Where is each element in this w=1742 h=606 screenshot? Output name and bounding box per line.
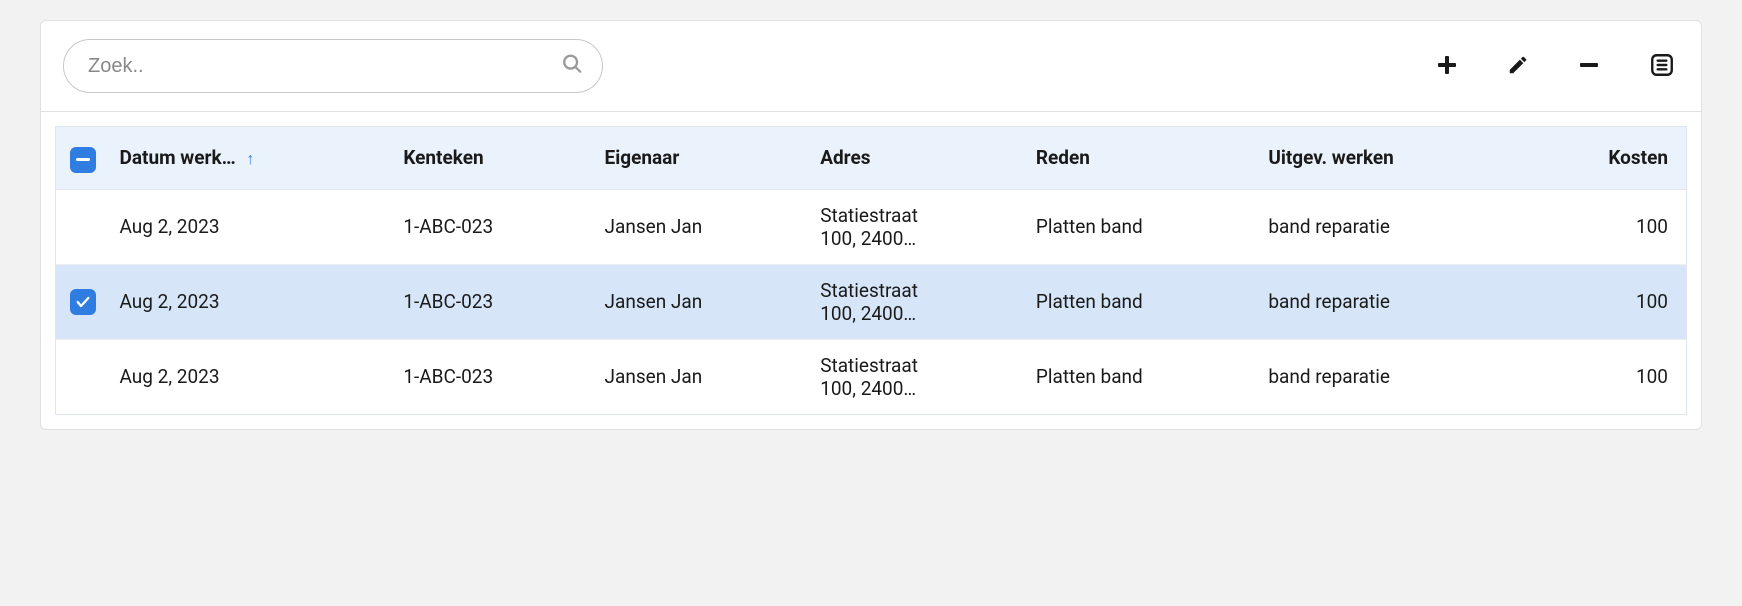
cell-kosten: 100 <box>1525 339 1687 414</box>
table-row[interactable]: Aug 2, 20231-ABC-023Jansen JanStatiestra… <box>56 189 1687 264</box>
cell-datum: Aug 2, 2023 <box>110 339 394 414</box>
adres-line2: 100, 2400… <box>820 377 1016 400</box>
sort-asc-icon: ↑ <box>246 149 254 168</box>
table-header-row: Datum werk… ↑ Kenteken Eigenaar Adres Re… <box>56 127 1687 190</box>
cell-reden: Platten band <box>1026 189 1258 264</box>
cell-werken: band reparatie <box>1258 264 1525 339</box>
cell-adres: Statiestraat100, 2400… <box>810 264 1026 339</box>
row-checkbox-cell <box>56 189 110 264</box>
col-header-kosten[interactable]: Kosten <box>1525 127 1687 190</box>
adres-line2: 100, 2400… <box>820 227 1016 250</box>
cell-kosten: 100 <box>1525 264 1687 339</box>
add-button[interactable] <box>1431 49 1463 84</box>
toolbar <box>41 21 1701 112</box>
col-header-werken[interactable]: Uitgev. werken <box>1258 127 1525 190</box>
cell-datum: Aug 2, 2023 <box>110 189 394 264</box>
col-header-label: Datum werk… <box>120 146 236 169</box>
cell-werken: band reparatie <box>1258 339 1525 414</box>
remove-button[interactable] <box>1573 49 1605 84</box>
col-header-adres[interactable]: Adres <box>810 127 1026 190</box>
row-checkbox[interactable] <box>70 289 96 315</box>
col-header-label: Reden <box>1036 146 1090 169</box>
row-checkbox-cell <box>56 339 110 414</box>
col-header-label: Adres <box>820 146 870 169</box>
pencil-icon <box>1507 54 1529 79</box>
plus-icon <box>1435 53 1459 80</box>
col-header-label: Eigenaar <box>605 146 680 169</box>
edit-button[interactable] <box>1503 50 1533 83</box>
records-card: Datum werk… ↑ Kenteken Eigenaar Adres Re… <box>40 20 1702 430</box>
search-input[interactable] <box>63 39 603 93</box>
cell-kenteken: 1-ABC-023 <box>393 189 594 264</box>
col-header-label: Kenteken <box>403 146 483 169</box>
cell-eigenaar: Jansen Jan <box>595 264 811 339</box>
cell-werken: band reparatie <box>1258 189 1525 264</box>
cell-kenteken: 1-ABC-023 <box>393 339 594 414</box>
cell-adres: Statiestraat100, 2400… <box>810 339 1026 414</box>
records-table: Datum werk… ↑ Kenteken Eigenaar Adres Re… <box>55 126 1687 415</box>
adres-line1: Statiestraat <box>820 279 1016 302</box>
cell-reden: Platten band <box>1026 264 1258 339</box>
list-button[interactable] <box>1645 48 1679 85</box>
cell-eigenaar: Jansen Jan <box>595 189 811 264</box>
search-field-wrap <box>63 39 603 93</box>
toolbar-actions <box>1431 48 1679 85</box>
minus-icon <box>76 158 90 161</box>
search-icon <box>561 53 583 80</box>
col-header-label: Uitgev. werken <box>1268 146 1394 169</box>
row-checkbox-cell <box>56 264 110 339</box>
cell-kosten: 100 <box>1525 189 1687 264</box>
header-checkbox-indeterminate[interactable] <box>70 147 96 173</box>
col-header-datum[interactable]: Datum werk… ↑ <box>110 127 394 190</box>
list-icon <box>1649 52 1675 81</box>
cell-eigenaar: Jansen Jan <box>595 339 811 414</box>
table-wrap: Datum werk… ↑ Kenteken Eigenaar Adres Re… <box>41 112 1701 429</box>
col-header-reden[interactable]: Reden <box>1026 127 1258 190</box>
cell-kenteken: 1-ABC-023 <box>393 264 594 339</box>
col-header-kenteken[interactable]: Kenteken <box>393 127 594 190</box>
minus-icon <box>1577 53 1601 80</box>
col-header-eigenaar[interactable]: Eigenaar <box>595 127 811 190</box>
adres-line1: Statiestraat <box>820 354 1016 377</box>
cell-reden: Platten band <box>1026 339 1258 414</box>
col-header-label: Kosten <box>1608 146 1668 169</box>
check-icon <box>75 294 91 310</box>
cell-datum: Aug 2, 2023 <box>110 264 394 339</box>
cell-adres: Statiestraat100, 2400… <box>810 189 1026 264</box>
adres-line2: 100, 2400… <box>820 302 1016 325</box>
table-row[interactable]: Aug 2, 20231-ABC-023Jansen JanStatiestra… <box>56 264 1687 339</box>
adres-line1: Statiestraat <box>820 204 1016 227</box>
table-row[interactable]: Aug 2, 20231-ABC-023Jansen JanStatiestra… <box>56 339 1687 414</box>
